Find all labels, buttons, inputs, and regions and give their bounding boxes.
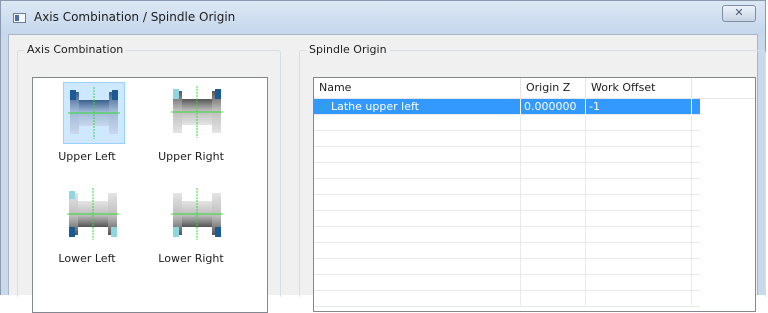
- empty-row: [314, 259, 700, 275]
- axis-icon-frame: [63, 184, 125, 246]
- window-icon: [13, 13, 26, 23]
- axis-combination-group: Axis Combination Upper Left Upper Right …: [17, 43, 281, 313]
- empty-cell: [314, 259, 521, 275]
- checkmark-icon: [318, 100, 330, 112]
- empty-cell: [586, 211, 692, 227]
- empty-row: [314, 195, 700, 211]
- axis-item-label: Lower Right: [158, 252, 224, 265]
- empty-cell: [586, 115, 692, 131]
- column-header-work-offset[interactable]: Work Offset: [586, 78, 692, 98]
- empty-cell: [314, 211, 521, 227]
- axis-item-label: Upper Right: [158, 150, 224, 163]
- empty-cell: [586, 243, 692, 259]
- axis-item-label: Upper Left: [58, 150, 116, 163]
- empty-cell: [314, 243, 521, 259]
- empty-row: [314, 163, 700, 179]
- close-button[interactable]: ✕: [722, 5, 756, 22]
- spindle-origin-group: Spindle Origin Name Origin Z Work Offset…: [299, 43, 766, 312]
- empty-cell: [521, 211, 586, 227]
- axis-item-lower-left[interactable]: Lower Left: [39, 182, 135, 278]
- empty-cell: [521, 163, 586, 179]
- axis-combination-list: Upper Left Upper Right Lower Left Lower …: [32, 77, 268, 313]
- table-row[interactable]: Lathe upper left 0.000000 -1: [314, 99, 700, 115]
- axis-item-label: Lower Left: [58, 252, 116, 265]
- empty-cell: [521, 131, 586, 147]
- empty-cell: [521, 227, 586, 243]
- axis-item-upper-left[interactable]: Upper Left: [39, 80, 135, 176]
- lower-right-axis-icon: [171, 188, 223, 240]
- title-bar[interactable]: Axis Combination / Spindle Origin ✕: [1, 1, 765, 34]
- empty-cell: [586, 259, 692, 275]
- empty-cell: [521, 147, 586, 163]
- empty-cell: [586, 147, 692, 163]
- empty-cell: [586, 275, 692, 291]
- cell-work-offset: -1: [586, 99, 692, 115]
- upper-left-axis-icon: [68, 87, 120, 139]
- empty-cell: [314, 275, 521, 291]
- empty-row: [314, 275, 700, 291]
- axis-combination-label: Axis Combination: [24, 43, 127, 56]
- upper-right-axis-icon: [171, 86, 223, 138]
- empty-cell: [521, 115, 586, 131]
- empty-cell: [314, 195, 521, 211]
- column-header-origin-z[interactable]: Origin Z: [521, 78, 586, 98]
- empty-cell: [586, 195, 692, 211]
- empty-cell: [521, 195, 586, 211]
- spindle-origin-label: Spindle Origin: [306, 43, 390, 56]
- empty-row: [314, 147, 700, 163]
- axis-item-upper-right[interactable]: Upper Right: [143, 80, 239, 176]
- empty-cell: [521, 259, 586, 275]
- empty-row: [314, 131, 700, 147]
- cell-origin-z: 0.000000: [521, 99, 586, 115]
- empty-cell: [521, 275, 586, 291]
- table-header: Name Origin Z Work Offset: [314, 78, 755, 99]
- empty-row: [314, 243, 700, 259]
- empty-row: [314, 291, 700, 307]
- empty-row: [314, 211, 700, 227]
- empty-cell: [586, 131, 692, 147]
- empty-cell: [314, 131, 521, 147]
- empty-cell: [314, 147, 521, 163]
- empty-cell: [314, 163, 521, 179]
- column-header-name[interactable]: Name: [314, 78, 521, 98]
- empty-cell: [314, 227, 521, 243]
- empty-cell: [314, 291, 521, 307]
- empty-cell: [586, 163, 692, 179]
- empty-cell: [521, 179, 586, 195]
- empty-cell: [521, 291, 586, 307]
- dialog-client-area: Axis Combination Upper Left Upper Right …: [8, 34, 766, 313]
- empty-cell: [314, 179, 521, 195]
- row-name-text: Lathe upper left: [331, 100, 419, 113]
- empty-cell: [586, 291, 692, 307]
- axis-icon-frame: [167, 184, 229, 246]
- empty-row: [314, 179, 700, 195]
- empty-cell: [314, 115, 521, 131]
- axis-icon-frame: [63, 82, 125, 144]
- axis-icon-frame: [167, 82, 229, 144]
- lower-left-axis-icon: [67, 188, 119, 240]
- empty-cell: [521, 243, 586, 259]
- empty-cell: [586, 179, 692, 195]
- window-title: Axis Combination / Spindle Origin: [34, 10, 236, 24]
- spindle-origin-table[interactable]: Name Origin Z Work Offset Lathe upper le…: [313, 77, 756, 312]
- empty-row: [314, 115, 700, 131]
- empty-row: [314, 227, 700, 243]
- empty-cell: [586, 227, 692, 243]
- axis-item-lower-right[interactable]: Lower Right: [143, 182, 239, 278]
- dialog-window: Axis Combination / Spindle Origin ✕ Axis…: [0, 0, 766, 313]
- cell-name: Lathe upper left: [314, 99, 521, 115]
